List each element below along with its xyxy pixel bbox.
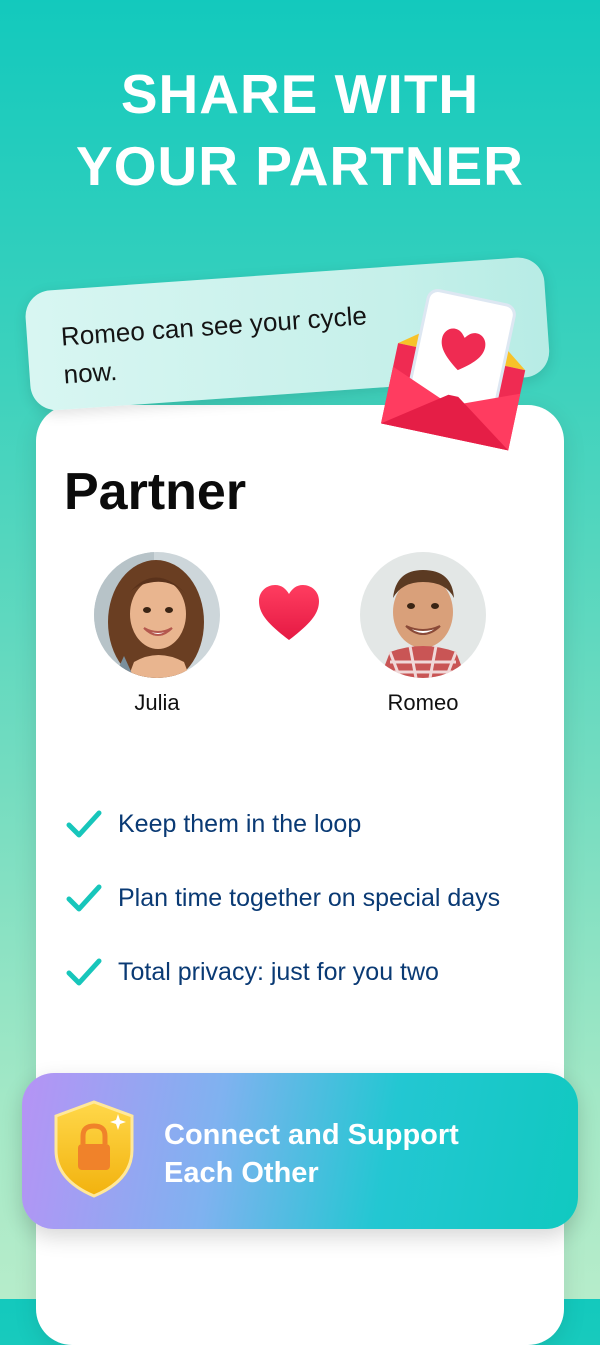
heart-icon [258, 584, 320, 647]
headline-line-1: SHARE WITH [120, 63, 480, 125]
shield-lock-icon [52, 1100, 136, 1203]
partner-name-romeo: Romeo [387, 690, 459, 715]
check-icon [66, 810, 102, 838]
banner-text: Connect and Support Each Other [164, 1116, 544, 1192]
feature-text: Total privacy: just for you two [118, 957, 439, 986]
feature-item: Plan time together on special days [66, 878, 500, 918]
banner-line-1: Connect and Support [164, 1119, 459, 1151]
headline-line-2: YOUR PARTNER [76, 135, 524, 197]
feature-text: Keep them in the loop [118, 809, 362, 838]
headline: SHARE WITH YOUR PARTNER [0, 58, 600, 202]
feature-text: Plan time together on special days [118, 883, 501, 912]
banner-line-2: Each Other [164, 1157, 319, 1189]
card-title: Partner [64, 463, 247, 521]
partner-name-julia: Julia [134, 690, 180, 715]
avatar-julia [94, 552, 220, 678]
notification-text: Romeo can see your cycle now. [59, 300, 368, 390]
check-icon [66, 884, 102, 912]
feature-item: Keep them in the loop [66, 804, 361, 844]
envelope-heart-icon [380, 288, 530, 461]
avatar-romeo [360, 552, 486, 678]
check-icon [66, 958, 102, 986]
feature-item: Total privacy: just for you two [66, 952, 439, 992]
